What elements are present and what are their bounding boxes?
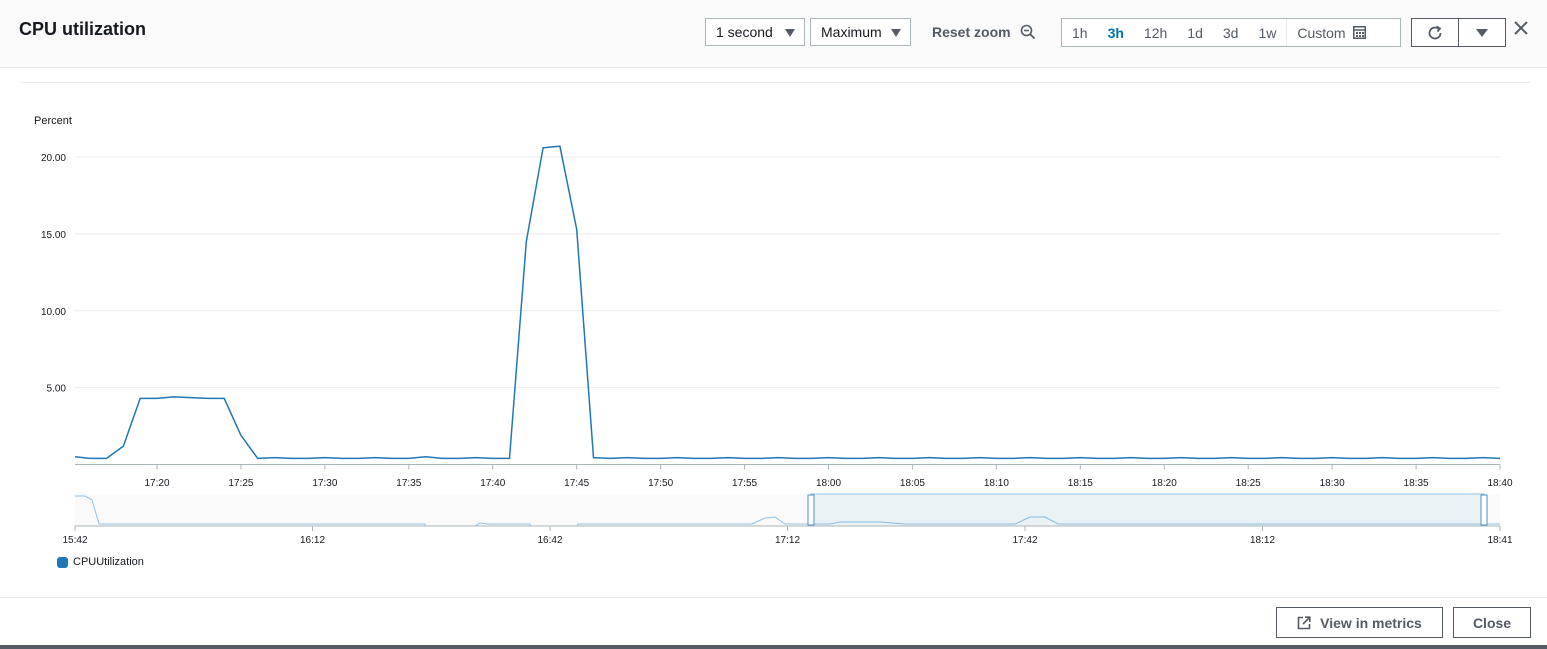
close-icon[interactable] bbox=[1512, 19, 1530, 37]
x-tick-label: 18:05 bbox=[900, 478, 925, 489]
x-tick-label: 17:45 bbox=[564, 478, 589, 489]
statistic-select[interactable]: Maximum bbox=[810, 18, 911, 46]
zoom-out-icon bbox=[1020, 24, 1035, 40]
x-tick-label: 17:20 bbox=[144, 478, 169, 489]
range-custom-label: Custom bbox=[1297, 24, 1346, 41]
cpu-utilization-chart[interactable]: Percent 5.0010.0015.0020.00 17:20 17:25 17… bbox=[0, 100, 1547, 550]
overview-tick-label: 17:12 bbox=[775, 535, 800, 546]
range-3h[interactable]: 3h bbox=[1098, 19, 1134, 46]
overview-tick-label: 18:12 bbox=[1250, 535, 1275, 546]
overview-navigator bbox=[75, 493, 1500, 527]
y-tick-label: 20.00 bbox=[41, 153, 66, 164]
footer-divider bbox=[0, 597, 1547, 598]
x-tick-label: 18:25 bbox=[1236, 478, 1261, 489]
close-button-label: Close bbox=[1472, 614, 1512, 631]
overview-tick-label: 17:42 bbox=[1012, 535, 1037, 546]
external-link-icon bbox=[1297, 615, 1311, 629]
caret-down-icon bbox=[891, 29, 901, 37]
refresh-button[interactable] bbox=[1411, 18, 1459, 47]
y-tick-label: 10.00 bbox=[41, 307, 66, 318]
range-1d[interactable]: 1d bbox=[1177, 19, 1213, 46]
page-title: CPU utilization bbox=[19, 19, 146, 39]
x-axis-ticks: 17:20 17:25 17:30 17:35 17:40 17:45 17:50 17:55… bbox=[144, 464, 1513, 489]
overview-tick-label: 16:42 bbox=[537, 535, 562, 546]
reset-zoom-label: Reset zoom bbox=[932, 24, 1011, 40]
x-tick-label: 18:10 bbox=[984, 478, 1009, 489]
series-line-cpuutilization bbox=[74, 145, 1501, 460]
view-in-metrics-button[interactable]: View in metrics bbox=[1276, 607, 1443, 638]
x-tick-label: 18:20 bbox=[1152, 478, 1177, 489]
refresh-options-dropdown[interactable] bbox=[1458, 18, 1506, 47]
legend[interactable]: CPUUtilization bbox=[57, 556, 144, 568]
x-tick-label: 17:40 bbox=[480, 478, 505, 489]
x-tick-label: 17:55 bbox=[732, 478, 757, 489]
x-tick-label: 18:30 bbox=[1320, 478, 1345, 489]
chart-grid bbox=[75, 156, 1500, 465]
x-tick-label: 18:00 bbox=[816, 478, 841, 489]
overview-tick-label: 15:42 bbox=[62, 535, 87, 546]
y-axis-ticks: 5.00 10.00 15.00 20.00 bbox=[41, 153, 66, 395]
x-tick-label: 18:15 bbox=[1068, 478, 1093, 489]
x-tick-label: 17:50 bbox=[648, 478, 673, 489]
caret-down-icon bbox=[785, 29, 795, 37]
x-tick-label: 18:35 bbox=[1404, 478, 1429, 489]
bottom-border bbox=[0, 645, 1547, 649]
y-tick-label: 5.00 bbox=[47, 384, 67, 395]
overview-tick-label: 16:12 bbox=[300, 535, 325, 546]
statistic-select-value: Maximum bbox=[821, 24, 882, 40]
close-button[interactable]: Close bbox=[1453, 607, 1531, 638]
reset-zoom-button[interactable]: Reset zoom bbox=[932, 24, 1036, 40]
range-custom[interactable]: Custom bbox=[1286, 19, 1375, 46]
overview-selection bbox=[810, 493, 1485, 527]
range-3d[interactable]: 3d bbox=[1213, 19, 1249, 46]
overview-right-handle bbox=[1480, 494, 1488, 526]
modal-header: CPU utilization 1 second Maximum Reset z… bbox=[0, 0, 1547, 68]
y-axis-label: Percent bbox=[34, 115, 72, 127]
period-select-value: 1 second bbox=[716, 24, 773, 40]
legend-label: CPUUtilization bbox=[73, 556, 144, 568]
caret-down-icon bbox=[1476, 28, 1488, 37]
time-range-selector: 1h 3h 12h 1d 3d 1w Custom bbox=[1061, 18, 1401, 47]
calendar-icon bbox=[1352, 26, 1366, 39]
period-select[interactable]: 1 second bbox=[705, 18, 805, 46]
overview-axis-ticks: 15:42 16:12 16:42 17:12 17:42 18:12 18:41 bbox=[62, 526, 1513, 546]
range-1h[interactable]: 1h bbox=[1062, 19, 1098, 46]
view-in-metrics-label: View in metrics bbox=[1320, 614, 1422, 631]
range-12h[interactable]: 12h bbox=[1134, 19, 1177, 46]
x-tick-label: 17:25 bbox=[228, 478, 253, 489]
range-1w[interactable]: 1w bbox=[1248, 19, 1286, 46]
x-tick-label: 17:35 bbox=[396, 478, 421, 489]
overview-tick-label: 18:41 bbox=[1487, 535, 1512, 546]
overview-left-handle bbox=[807, 494, 815, 526]
refresh-icon bbox=[1428, 25, 1442, 39]
y-tick-label: 15.00 bbox=[41, 230, 66, 241]
divider bbox=[20, 82, 1530, 83]
x-tick-label: 18:40 bbox=[1487, 478, 1512, 489]
x-tick-label: 17:30 bbox=[312, 478, 337, 489]
legend-swatch bbox=[57, 556, 68, 568]
